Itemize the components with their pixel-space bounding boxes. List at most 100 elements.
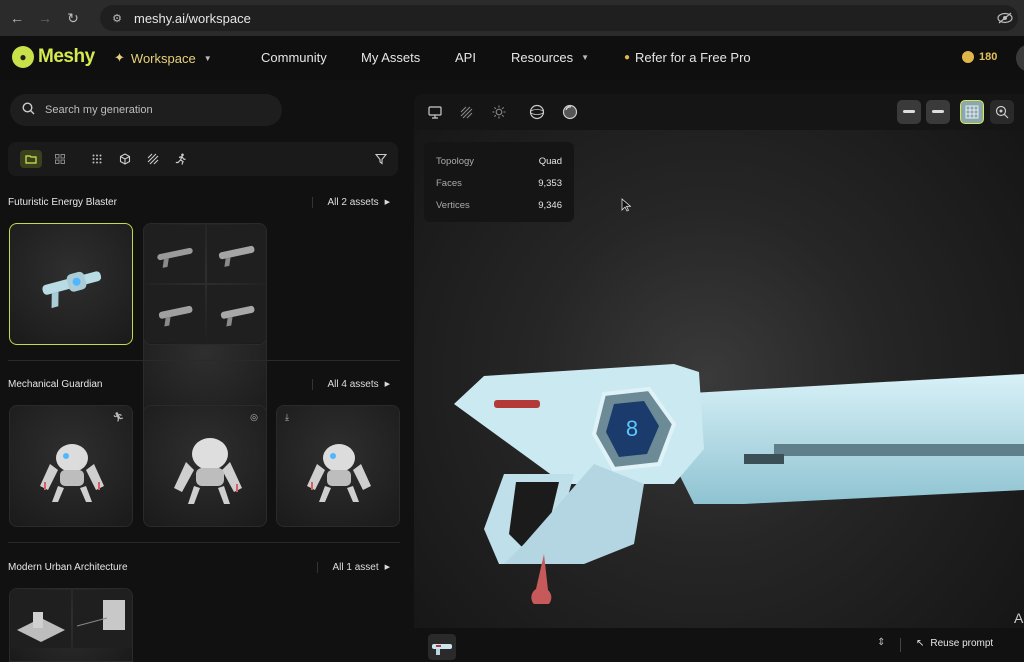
search-box[interactable] bbox=[10, 94, 282, 126]
model-viewport[interactable]: Topology Quad Faces 9,353 Vertices 9,346 8 … bbox=[414, 94, 1024, 662]
stat-label: Vertices bbox=[436, 199, 470, 211]
stat-label: Topology bbox=[436, 155, 475, 167]
variant-thumb[interactable] bbox=[145, 285, 205, 343]
nav-community-label: Community bbox=[261, 50, 327, 65]
app-header: ● Meshy ✦ Workspace ▼ Community My Asset… bbox=[0, 36, 1024, 80]
variant-thumb[interactable] bbox=[73, 590, 132, 648]
credits-count: 180 bbox=[979, 51, 998, 63]
nav-refer[interactable]: ● Refer for a Free Pro bbox=[624, 50, 751, 65]
variant-thumb[interactable] bbox=[207, 225, 266, 283]
viewport-toolbar bbox=[414, 94, 1024, 130]
separator bbox=[900, 638, 901, 652]
search-input[interactable] bbox=[43, 103, 263, 117]
all-assets-link[interactable]: All 4 assets ▶ bbox=[312, 378, 390, 390]
nav-my-assets[interactable]: My Assets bbox=[361, 50, 420, 65]
section-title: Modern Urban Architecture bbox=[8, 561, 128, 573]
wireframe-sphere-icon[interactable] bbox=[528, 103, 546, 121]
filter-icon[interactable] bbox=[370, 150, 392, 168]
credits-badge[interactable]: 180 bbox=[962, 51, 997, 63]
history-thumbnail[interactable] bbox=[428, 634, 456, 660]
running-figure-icon[interactable] bbox=[170, 150, 192, 168]
nav-resources[interactable]: Resources ▼ bbox=[511, 50, 589, 65]
logo-text: Meshy bbox=[38, 46, 95, 67]
monitor-icon[interactable] bbox=[426, 103, 444, 121]
blaster-mini-icon bbox=[932, 110, 944, 113]
variant-thumb[interactable] bbox=[145, 225, 205, 283]
reuse-prompt-button[interactable]: ↖ Reuse prompt bbox=[916, 638, 993, 649]
avatar[interactable] bbox=[1016, 44, 1024, 72]
all-assets-label: All 2 assets bbox=[327, 196, 379, 208]
stat-vertices: Vertices 9,346 bbox=[436, 194, 562, 216]
chevron-down-icon: ▼ bbox=[203, 53, 212, 63]
url-text[interactable]: meshy.ai/workspace bbox=[134, 11, 251, 26]
mouse-cursor-icon bbox=[621, 198, 631, 212]
blaster-thumbnail bbox=[157, 247, 193, 268]
blaster-thumbnail bbox=[158, 305, 193, 327]
sparkle-icon: ✦ bbox=[114, 50, 125, 65]
meshy-logo[interactable]: ● Meshy bbox=[12, 46, 95, 68]
stat-value: 9,353 bbox=[538, 177, 562, 189]
eye-off-icon[interactable] bbox=[996, 9, 1014, 27]
site-settings-icon[interactable]: ⚙ bbox=[110, 11, 124, 25]
asset-card[interactable]: ◎ bbox=[143, 405, 267, 527]
asset-variants-card[interactable] bbox=[143, 223, 267, 345]
nav-refer-label: Refer for a Free Pro bbox=[635, 50, 751, 65]
variant-thumb[interactable] bbox=[11, 590, 71, 648]
blaster-thumbnail bbox=[220, 305, 255, 327]
robot-thumbnail bbox=[307, 444, 371, 502]
all-assets-label: All 4 assets bbox=[327, 378, 379, 390]
all-assets-link[interactable]: All 2 assets ▶ bbox=[312, 196, 390, 208]
caret-right-icon: ▶ bbox=[384, 381, 390, 388]
stat-value: 9,346 bbox=[538, 199, 562, 211]
animate-icon[interactable]: 🏃︎ bbox=[113, 412, 124, 423]
variant-thumb[interactable] bbox=[207, 285, 266, 343]
dots-grid-icon[interactable] bbox=[86, 150, 108, 168]
zoom-inspect-icon bbox=[995, 105, 1009, 119]
back-icon[interactable]: ← bbox=[6, 7, 28, 29]
nav-my-assets-label: My Assets bbox=[361, 50, 421, 65]
grid-view-icon[interactable] bbox=[49, 150, 71, 168]
reload-icon[interactable]: ↻ bbox=[62, 7, 84, 29]
asset-card[interactable]: 🏃︎ bbox=[9, 405, 133, 527]
logo-mark-icon: ● bbox=[12, 46, 34, 68]
stat-value: Quad bbox=[538, 155, 562, 167]
nav-api[interactable]: API bbox=[455, 50, 476, 65]
view-option-button-selected[interactable] bbox=[960, 100, 984, 124]
sun-icon[interactable] bbox=[490, 103, 508, 121]
download-icon[interactable]: ⤓ bbox=[285, 412, 289, 423]
asset-card[interactable] bbox=[9, 223, 133, 345]
texture-icon[interactable] bbox=[457, 103, 475, 121]
asset-card[interactable] bbox=[9, 588, 133, 662]
forward-icon[interactable]: → bbox=[34, 7, 56, 29]
expand-collapse-icon[interactable]: ⇕ bbox=[877, 637, 885, 648]
browser-bar: ← → ↻ ⚙ meshy.ai/workspace bbox=[0, 0, 1024, 36]
nav-workspace-label: Workspace bbox=[130, 50, 196, 66]
address-bar[interactable]: ⚙ meshy.ai/workspace bbox=[100, 5, 1018, 31]
building-thumbnail bbox=[76, 600, 125, 630]
robot-thumbnail bbox=[174, 438, 242, 504]
stat-label: Faces bbox=[436, 177, 462, 189]
blaster-model[interactable]: 8 bbox=[444, 354, 1024, 604]
section-header: Modern Urban Architecture All 1 asset ▶ bbox=[8, 557, 400, 577]
blaster-thumbnail bbox=[42, 271, 102, 309]
texture-icon[interactable] bbox=[142, 150, 164, 168]
viewport-bottom-bar: ⇕ ↖ Reuse prompt bbox=[414, 628, 1024, 662]
cube-icon[interactable] bbox=[114, 150, 136, 168]
chevron-down-icon: ▼ bbox=[581, 53, 590, 62]
remesh-icon[interactable]: ◎ bbox=[250, 412, 258, 423]
nav-community[interactable]: Community bbox=[261, 50, 327, 65]
blaster-thumbnail bbox=[432, 644, 452, 655]
asset-card[interactable]: ⤓ bbox=[276, 405, 400, 527]
inspect-button[interactable] bbox=[990, 100, 1014, 124]
view-option-button[interactable] bbox=[926, 100, 950, 124]
filter-toolbar bbox=[8, 142, 398, 176]
coin-icon bbox=[962, 51, 974, 63]
all-assets-label: All 1 asset bbox=[332, 561, 379, 573]
all-assets-link[interactable]: All 1 asset ▶ bbox=[317, 561, 390, 573]
nav-workspace[interactable]: ✦ Workspace ▼ bbox=[114, 50, 212, 66]
view-option-button[interactable] bbox=[897, 100, 921, 124]
nav-api-label: API bbox=[455, 50, 476, 65]
material-sphere-icon[interactable] bbox=[561, 103, 579, 121]
nav-resources-label: Resources bbox=[511, 50, 574, 65]
folder-view-icon[interactable] bbox=[20, 150, 42, 168]
